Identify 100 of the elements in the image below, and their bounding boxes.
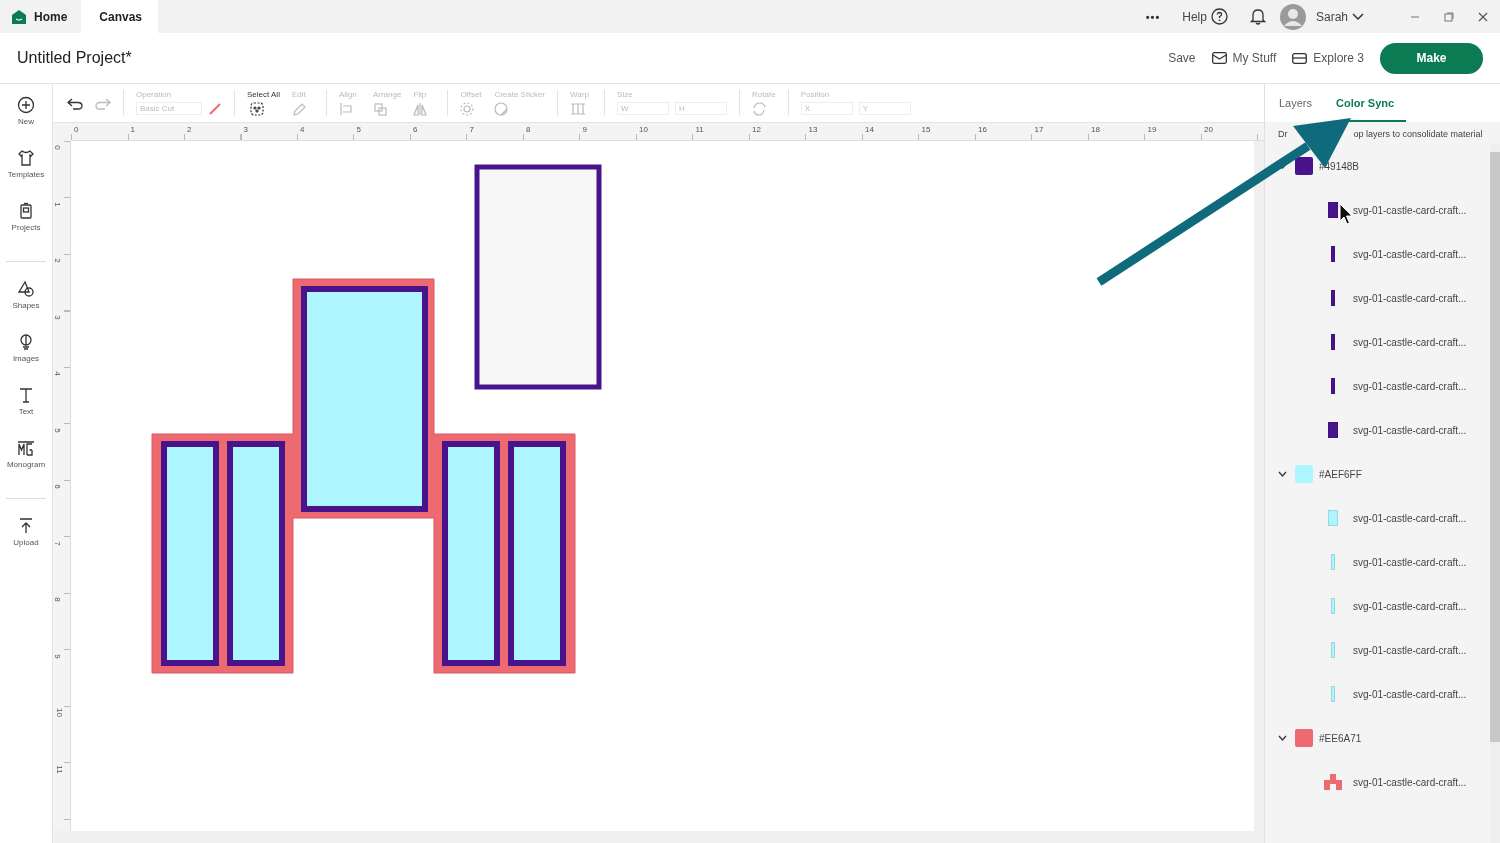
images-icon [17, 333, 35, 351]
more-button[interactable]: ••• [1145, 10, 1161, 23]
layer-item[interactable]: svg-01-castle-card-craft... [1265, 332, 1490, 352]
color-swatch[interactable] [1295, 729, 1313, 747]
make-button[interactable]: Make [1380, 42, 1483, 74]
ruler-number: 5 [52, 427, 62, 433]
layer-thumbnail [1331, 554, 1335, 570]
envelope-icon[interactable] [1211, 52, 1227, 64]
scrollbar[interactable] [53, 831, 1264, 843]
app-tab[interactable]: Canvas [81, 0, 159, 33]
mouse-pointer-icon [1339, 203, 1353, 225]
close-icon[interactable] [1478, 11, 1488, 22]
chevron-down-icon[interactable] [1352, 12, 1364, 21]
layer-item[interactable]: svg-01-castle-card-craft... [1265, 288, 1490, 308]
projects-icon [17, 202, 35, 220]
machine-icon[interactable] [1292, 52, 1308, 64]
ruler-number: 11 [695, 125, 704, 134]
layer-thumbnail [1331, 598, 1335, 614]
layer-thumbnail [1328, 510, 1338, 526]
ruler-number: 7 [469, 125, 474, 134]
sidebar-item[interactable]: New [17, 96, 35, 149]
help-icon[interactable] [1210, 8, 1228, 25]
project-title: Untitled Project* [17, 49, 132, 67]
ruler-number: 8 [52, 597, 62, 602]
bell-icon[interactable] [1249, 8, 1266, 25]
ruler-number: 7 [52, 540, 62, 546]
ruler-number: 4 [52, 371, 62, 376]
machine-selector[interactable]: Explore 3 [1313, 51, 1364, 65]
layer-item[interactable]: svg-01-castle-card-craft... [1265, 596, 1490, 616]
ruler-number: 11 [54, 764, 64, 774]
layer-item[interactable]: svg-01-castle-card-craft... [1265, 640, 1490, 660]
layer-item[interactable]: svg-01-castle-card-craft... [1265, 772, 1490, 792]
ruler-number: 0 [74, 125, 79, 134]
ruler-number: 13 [808, 125, 818, 134]
sidebar-item[interactable]: Shapes [12, 280, 40, 333]
redo-icon[interactable] [95, 98, 111, 110]
panel-tab[interactable]: Layers [1279, 97, 1313, 122]
ruler-number: 4 [300, 125, 305, 134]
avatar-icon[interactable] [1279, 3, 1306, 30]
ruler-number: 10 [54, 708, 64, 717]
layer-thumbnail [1328, 202, 1338, 218]
layer-thumbnail [1331, 378, 1335, 394]
ruler-number: 1 [52, 201, 62, 207]
restore-icon[interactable] [1444, 11, 1454, 22]
ruler-number: 20 [1204, 125, 1213, 134]
toolbar-tool[interactable]: Select All [247, 90, 280, 116]
layer-thumbnail [1331, 642, 1335, 658]
save-link[interactable]: Save [1168, 51, 1196, 65]
ruler-number: 9 [582, 125, 587, 134]
ruler-number: 2 [52, 258, 62, 263]
layer-item[interactable]: svg-01-castle-card-craft... [1265, 508, 1490, 528]
ruler-number: 3 [243, 125, 248, 134]
ruler-number: 14 [865, 125, 874, 134]
layer-thumbnail [1331, 246, 1335, 262]
chevron-icon[interactable] [1278, 471, 1287, 477]
new-icon [17, 96, 35, 114]
layer-thumbnail [1331, 686, 1335, 702]
my-stuff-link[interactable]: My Stuff [1232, 51, 1277, 65]
monogram-icon [17, 439, 35, 457]
scrollbar[interactable] [1254, 141, 1264, 831]
ruler-number: 3 [52, 314, 62, 320]
color-name: #49148B [1319, 160, 1360, 172]
layer-thumbnail [1331, 334, 1335, 350]
color-swatch[interactable] [1295, 465, 1313, 483]
ruler-number: 17 [1034, 125, 1044, 134]
castle-thumbnail-icon [1324, 774, 1342, 790]
ruler-number: 8 [526, 125, 531, 134]
user-name[interactable]: Sarah [1315, 9, 1348, 24]
ruler-number: 2 [187, 125, 192, 134]
ruler-number: 9 [52, 653, 62, 659]
hint-text: op layers to consolidate material [1353, 129, 1483, 141]
ruler-number: 0 [52, 145, 62, 150]
upload-icon [17, 517, 35, 535]
layer-item[interactable]: svg-01-castle-card-craft... [1265, 552, 1490, 572]
layer-item[interactable]: svg-01-castle-card-craft... [1265, 200, 1490, 220]
color-name: #EE6A71 [1319, 732, 1362, 744]
sidebar-item[interactable]: Templates [7, 149, 45, 202]
layer-item[interactable]: svg-01-castle-card-craft... [1265, 244, 1490, 264]
layer-item[interactable]: svg-01-castle-card-craft... [1265, 684, 1490, 704]
app-tab[interactable]: Home [0, 0, 82, 33]
layer-thumbnail [1331, 290, 1335, 306]
sidebar-item[interactable]: Text [17, 386, 35, 439]
layer-item[interactable]: svg-01-castle-card-craft... [1265, 376, 1490, 396]
color-name: #AEF6FF [1319, 468, 1362, 480]
sidebar-item[interactable]: Upload [13, 517, 39, 570]
scrollbar[interactable] [1490, 144, 1500, 843]
sidebar-item[interactable]: Projects [11, 202, 41, 255]
sidebar-item[interactable]: Monogram [6, 439, 46, 492]
sidebar-item[interactable]: Images [12, 333, 40, 386]
ruler-number: 19 [1147, 125, 1157, 134]
color-swatch[interactable] [1295, 157, 1313, 175]
layer-thumbnail [1328, 422, 1338, 438]
house-icon [12, 9, 26, 24]
chevron-icon[interactable] [1278, 735, 1287, 741]
undo-icon[interactable] [67, 98, 83, 110]
ruler-number: 6 [413, 125, 418, 134]
layer-item[interactable]: svg-01-castle-card-craft... [1265, 420, 1490, 440]
help-link[interactable]: Help [1182, 9, 1207, 24]
ruler-number: 1 [130, 125, 135, 134]
templates-icon [17, 149, 35, 167]
